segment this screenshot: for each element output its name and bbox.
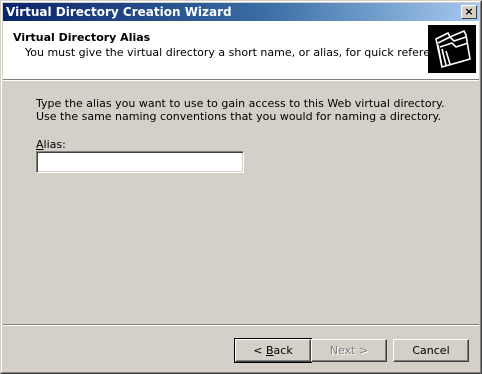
page-title: Virtual Directory Alias — [13, 31, 151, 44]
title-bar[interactable]: Virtual Directory Creation Wizard × — [3, 3, 479, 21]
back-button[interactable]: < Back — [234, 338, 312, 363]
alias-label: Alias: — [36, 138, 66, 151]
window-title: Virtual Directory Creation Wizard — [6, 5, 232, 19]
wizard-window: Virtual Directory Creation Wizard × Virt… — [0, 0, 482, 374]
back-button-accelerator: B — [266, 344, 274, 357]
close-button[interactable]: × — [461, 5, 477, 19]
wizard-header: Virtual Directory Alias You must give th… — [3, 21, 479, 79]
page-subtitle: You must give the virtual directory a sh… — [25, 46, 454, 59]
back-button-prefix: < — [253, 344, 266, 357]
back-button-label: ack — [273, 344, 293, 357]
alias-label-accelerator: A — [36, 138, 44, 151]
instruction-text: Type the alias you want to use to gain a… — [36, 97, 445, 123]
next-button[interactable]: Next > — [311, 339, 387, 362]
close-icon: × — [464, 5, 474, 18]
alias-input[interactable] — [36, 151, 244, 173]
header-divider — [3, 79, 479, 81]
alias-label-text: lias: — [43, 138, 66, 151]
footer-divider — [3, 324, 479, 326]
cancel-button[interactable]: Cancel — [393, 339, 469, 362]
folder-documents-icon — [428, 25, 476, 73]
